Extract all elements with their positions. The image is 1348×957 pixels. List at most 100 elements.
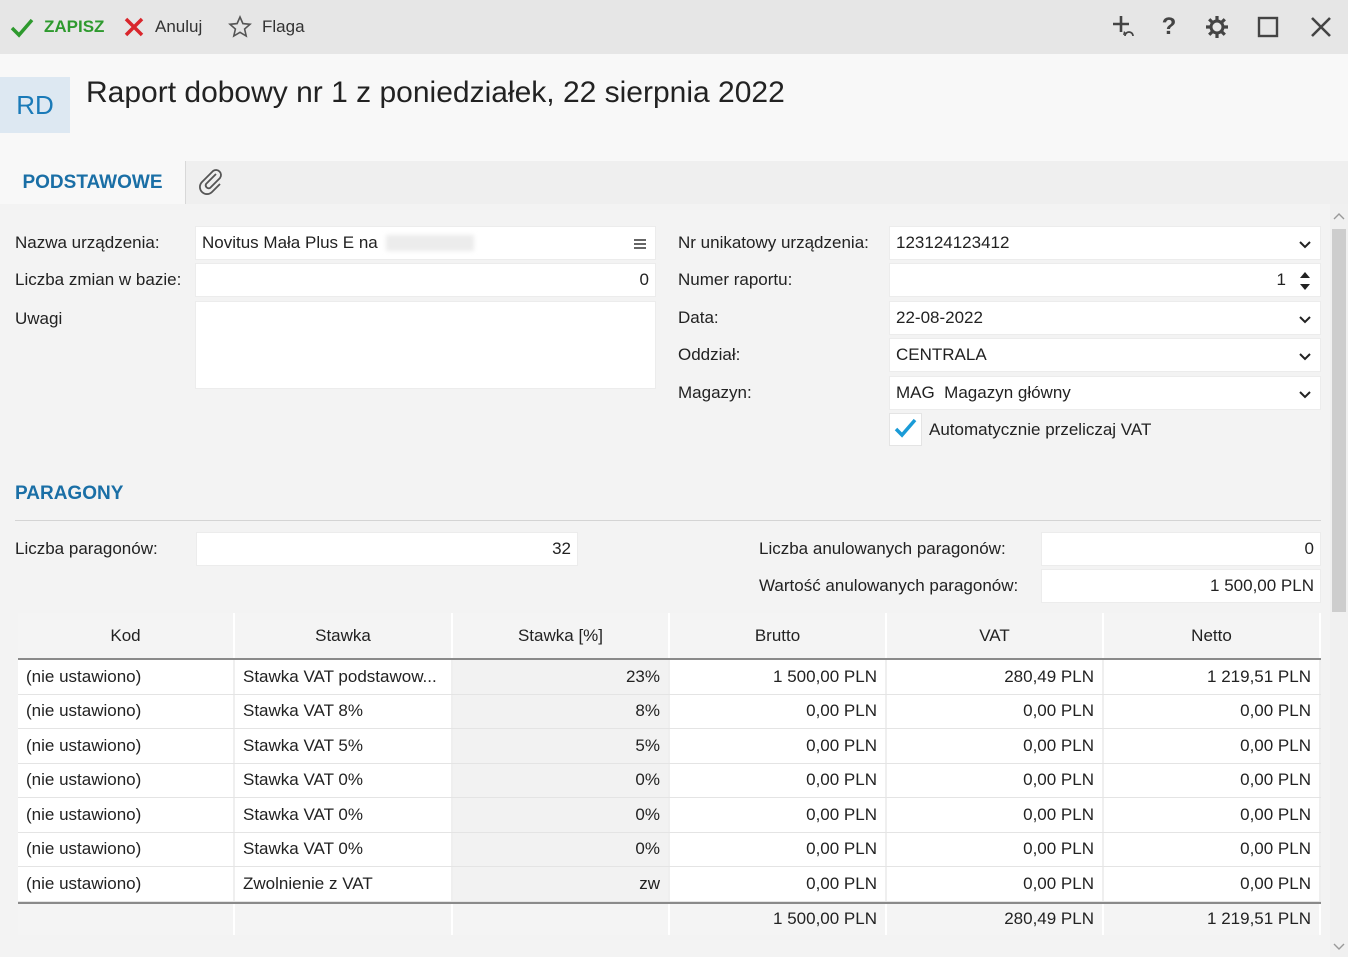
page-title: Raport dobowy nr 1 z poniedziałek, 22 si… — [86, 76, 785, 109]
hamburger-icon[interactable] — [633, 236, 647, 250]
tab-podstawowe[interactable]: PODSTAWOWE — [0, 161, 186, 204]
report-no-label: Numer raportu: — [678, 270, 793, 289]
question-icon[interactable]: ? — [1154, 12, 1184, 42]
cell-brutto: 0,00 PLN — [670, 694, 887, 728]
star-outline-icon — [228, 15, 252, 39]
column-header-stawka-procent[interactable]: Stawka [%] — [453, 613, 670, 658]
redacted-text — [385, 235, 474, 251]
vat-table: Kod Stawka Stawka [%] Brutto VAT Netto (… — [18, 613, 1321, 935]
document-type-badge: RD — [0, 77, 70, 133]
spinner-arrows-icon[interactable] — [1299, 269, 1311, 293]
cancel-label: Anuluj — [155, 17, 203, 36]
cancel-button[interactable]: Anuluj — [123, 0, 202, 54]
table-totals-row: 1 500,00 PLN 280,49 PLN 1 219,51 PLN — [18, 901, 1321, 935]
plus-link-icon[interactable] — [1109, 12, 1139, 42]
chevron-down-icon[interactable] — [1330, 939, 1348, 953]
cell-stawka-procent: 0% — [453, 798, 670, 832]
cell-brutto: 0,00 PLN — [670, 763, 887, 797]
notes-field[interactable] — [195, 301, 656, 389]
cell-netto: 1 219,51 PLN — [1104, 660, 1321, 694]
cell-vat: 0,00 PLN — [887, 867, 1104, 901]
cell-stawka: Stawka VAT 0% — [235, 763, 453, 797]
receipt-count-field[interactable]: 32 — [196, 532, 578, 566]
maximize-icon[interactable] — [1253, 12, 1283, 42]
total-stawka — [235, 903, 453, 935]
table-row[interactable]: (nie ustawiono) Stawka VAT 0% 0% 0,00 PL… — [18, 763, 1321, 798]
cancelled-value-value: 1 500,00 PLN — [1210, 576, 1314, 595]
flag-label: Flaga — [262, 17, 305, 36]
unique-no-select[interactable]: 123124123412 — [889, 226, 1321, 260]
cell-kod: (nie ustawiono) — [18, 729, 235, 763]
notes-label: Uwagi — [15, 309, 63, 328]
cell-brutto: 0,00 PLN — [670, 729, 887, 763]
scrollbar-thumb[interactable] — [1332, 229, 1346, 612]
cell-stawka-procent: 0% — [453, 832, 670, 866]
column-header-kod[interactable]: Kod — [18, 613, 235, 658]
chevron-up-icon[interactable] — [1330, 210, 1348, 224]
cancelled-count-label: Liczba anulowanych paragonów: — [759, 539, 1006, 558]
gear-icon[interactable] — [1202, 12, 1232, 42]
cell-kod: (nie ustawiono) — [18, 867, 235, 901]
column-header-vat[interactable]: VAT — [887, 613, 1104, 658]
warehouse-select[interactable]: MAG Magazyn główny — [889, 376, 1321, 410]
receipt-count-label: Liczba paragonów: — [15, 539, 158, 558]
table-row[interactable]: (nie ustawiono) Stawka VAT 0% 0% 0,00 PL… — [18, 798, 1321, 833]
total-vat: 280,49 PLN — [887, 903, 1104, 935]
x-icon — [123, 16, 145, 38]
cell-netto: 0,00 PLN — [1104, 867, 1321, 901]
cell-vat: 0,00 PLN — [887, 763, 1104, 797]
cell-stawka-procent: 8% — [453, 694, 670, 728]
table-row[interactable]: (nie ustawiono) Stawka VAT 0% 0% 0,00 PL… — [18, 832, 1321, 867]
column-header-netto[interactable]: Netto — [1104, 613, 1321, 658]
cell-stawka: Stawka VAT 8% — [235, 694, 453, 728]
cancelled-count-field[interactable]: 0 — [1041, 532, 1321, 566]
chevron-down-icon — [1298, 348, 1312, 362]
branch-select[interactable]: CENTRALA — [889, 338, 1321, 372]
table-row[interactable]: (nie ustawiono) Stawka VAT podstawow... … — [18, 660, 1321, 695]
cell-vat: 0,00 PLN — [887, 798, 1104, 832]
close-icon[interactable] — [1306, 12, 1336, 42]
branch-label: Oddział: — [678, 345, 741, 364]
table-row[interactable]: (nie ustawiono) Stawka VAT 5% 5% 0,00 PL… — [18, 729, 1321, 764]
cell-kod: (nie ustawiono) — [18, 798, 235, 832]
check-icon — [894, 418, 917, 438]
total-brutto: 1 500,00 PLN — [670, 903, 887, 935]
cell-vat: 0,00 PLN — [887, 694, 1104, 728]
warehouse-label: Magazyn: — [678, 383, 752, 402]
auto-vat-checkbox[interactable] — [889, 413, 922, 446]
cancelled-value-field[interactable]: 1 500,00 PLN — [1041, 569, 1321, 603]
cell-stawka: Zwolnienie z VAT — [235, 867, 453, 901]
flag-button[interactable]: Flaga — [228, 0, 305, 54]
check-icon — [10, 15, 34, 39]
table-row[interactable]: (nie ustawiono) Zwolnienie z VAT zw 0,00… — [18, 867, 1321, 902]
cell-netto: 0,00 PLN — [1104, 763, 1321, 797]
shift-count-value: 0 — [639, 270, 649, 289]
chevron-down-icon — [1298, 236, 1312, 250]
cell-vat: 0,00 PLN — [887, 729, 1104, 763]
cell-stawka-procent: 5% — [453, 729, 670, 763]
table-row[interactable]: (nie ustawiono) Stawka VAT 8% 8% 0,00 PL… — [18, 694, 1321, 729]
column-header-stawka[interactable]: Stawka — [235, 613, 453, 658]
save-label: ZAPISZ — [44, 17, 105, 36]
cell-kod: (nie ustawiono) — [18, 660, 235, 694]
shift-count-field[interactable]: 0 — [195, 263, 656, 297]
table-header: Kod Stawka Stawka [%] Brutto VAT Netto — [18, 613, 1321, 660]
column-header-brutto[interactable]: Brutto — [670, 613, 887, 658]
cell-vat: 0,00 PLN — [887, 832, 1104, 866]
save-button[interactable]: ZAPISZ — [10, 0, 104, 54]
cell-brutto: 0,00 PLN — [670, 798, 887, 832]
cancelled-count-value: 0 — [1304, 539, 1314, 558]
date-value: 22-08-2022 — [896, 308, 983, 327]
auto-vat-label: Automatycznie przeliczaj VAT — [929, 420, 1152, 439]
report-no-stepper[interactable]: 1 — [889, 263, 1321, 297]
paperclip-icon[interactable] — [196, 166, 226, 196]
total-stawka-procent — [453, 903, 670, 935]
date-select[interactable]: 22-08-2022 — [889, 301, 1321, 335]
device-name-field[interactable]: Novitus Mała Plus E na — [195, 226, 656, 260]
cell-stawka: Stawka VAT podstawow... — [235, 660, 453, 694]
unique-no-label: Nr unikatowy urządzenia: — [678, 233, 869, 252]
chevron-down-icon — [1298, 311, 1312, 325]
cell-netto: 0,00 PLN — [1104, 694, 1321, 728]
cell-stawka: Stawka VAT 5% — [235, 729, 453, 763]
cell-kod: (nie ustawiono) — [18, 832, 235, 866]
